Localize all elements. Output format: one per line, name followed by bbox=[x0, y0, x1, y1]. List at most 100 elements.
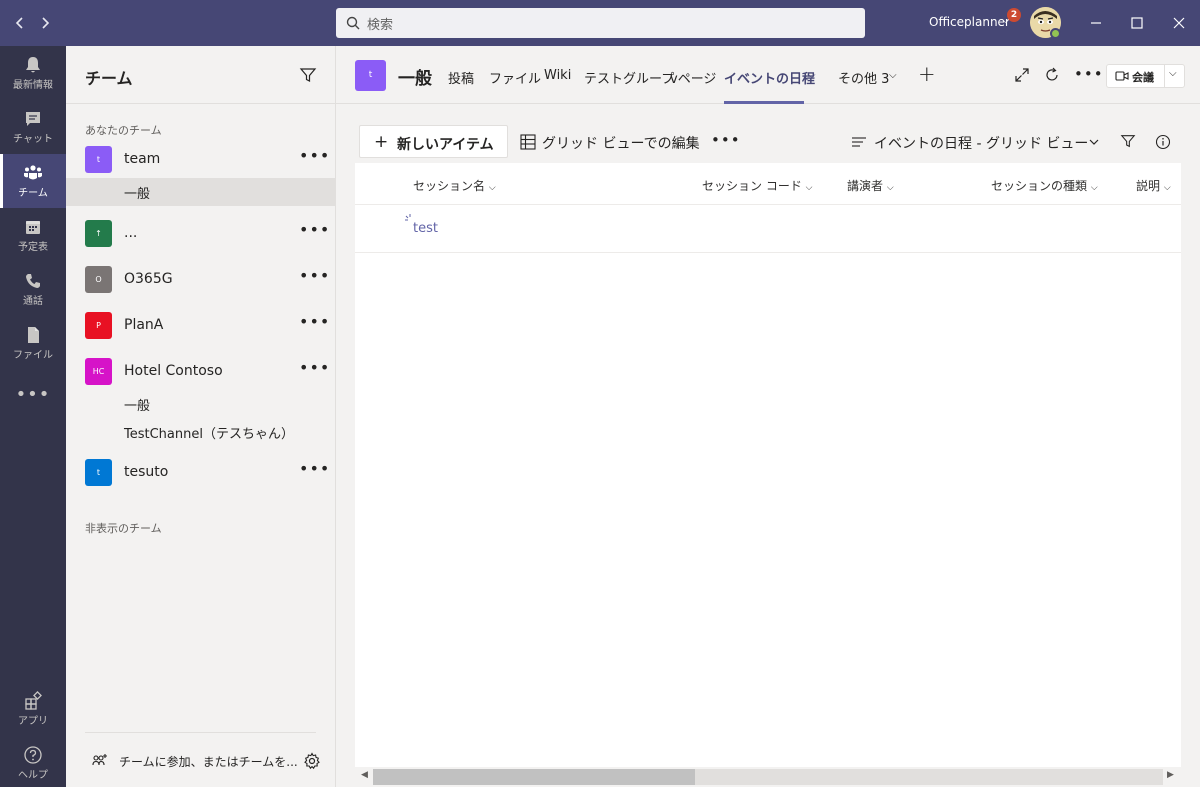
horizontal-scrollbar[interactable]: ◀ ▶ bbox=[355, 767, 1181, 787]
more-apps-button[interactable]: ••• bbox=[0, 384, 66, 405]
channel-header: t 一般 投稿 ファイル Wiki テストグループ vページ イベントの日程 ⌵… bbox=[336, 46, 1200, 104]
your-teams-label: あなたのチーム bbox=[85, 124, 162, 137]
chevron-down-icon: ⌵ bbox=[1163, 183, 1171, 193]
rail-item-activity[interactable]: 最新情報 bbox=[0, 46, 66, 100]
team-row-unnamed[interactable]: ↑ ... ••• bbox=[66, 214, 336, 254]
search-icon bbox=[346, 16, 360, 30]
back-arrow-icon[interactable] bbox=[9, 12, 31, 34]
close-button[interactable] bbox=[1168, 12, 1190, 34]
title-bar: 検索 Officeplanner ⌵ 2 bbox=[0, 0, 1200, 46]
team-name: team bbox=[124, 151, 161, 167]
filter-icon[interactable] bbox=[299, 66, 317, 84]
video-camera-icon bbox=[1115, 71, 1129, 81]
maximize-button[interactable] bbox=[1126, 12, 1148, 34]
rail-item-calls[interactable]: 通話 bbox=[0, 262, 66, 316]
team-more-button[interactable]: ••• bbox=[299, 266, 330, 285]
team-name: tesuto bbox=[124, 464, 169, 480]
teams-panel: チーム あなたのチーム t team ••• 一般 ↑ ... ••• O O3… bbox=[66, 46, 336, 787]
team-row-hotel-contoso[interactable]: HC Hotel Contoso ••• bbox=[66, 352, 336, 392]
tab-test-group[interactable]: テストグループ bbox=[584, 68, 674, 87]
rail-item-apps[interactable]: アプリ bbox=[0, 682, 66, 736]
team-more-button[interactable]: ••• bbox=[299, 358, 330, 377]
refresh-icon[interactable] bbox=[1043, 66, 1061, 84]
rail-item-files[interactable]: ファイル bbox=[0, 316, 66, 370]
team-row-team[interactable]: t team ••• bbox=[66, 140, 336, 180]
expand-icon[interactable] bbox=[1013, 66, 1031, 84]
add-tab-button[interactable]: + bbox=[918, 62, 936, 86]
team-more-button[interactable]: ••• bbox=[299, 312, 330, 331]
channel-row-general[interactable]: 一般 bbox=[66, 178, 336, 206]
chevron-down-icon[interactable] bbox=[1087, 135, 1101, 149]
tab-event-schedule[interactable]: イベントの日程 bbox=[724, 68, 815, 87]
rail-label: 通話 bbox=[23, 296, 43, 307]
chevron-down-icon[interactable]: ⌵ bbox=[889, 70, 897, 81]
filter-icon[interactable] bbox=[1120, 133, 1136, 149]
scroll-left-arrow-icon[interactable]: ◀ bbox=[361, 770, 368, 780]
team-row-o365g[interactable]: O O365G ••• bbox=[66, 260, 336, 300]
column-label: 講演者 bbox=[847, 179, 884, 193]
column-header-session-type[interactable]: セッションの種類 ⌵ bbox=[991, 177, 1098, 194]
org-switcher[interactable]: Officeplanner bbox=[929, 15, 1010, 29]
team-row-plana[interactable]: P PlanA ••• bbox=[66, 306, 336, 346]
channel-name: 一般 bbox=[124, 187, 151, 202]
meet-label: 会議 bbox=[1132, 71, 1154, 84]
column-header-session-name[interactable]: セッション名 ⌵ bbox=[413, 177, 496, 194]
column-header-description[interactable]: 説明 ⌵ bbox=[1136, 177, 1171, 194]
grid-edit-label: グリッド ビューでの編集 bbox=[542, 136, 700, 152]
session-name-cell[interactable]: test bbox=[413, 221, 438, 236]
help-icon bbox=[24, 746, 42, 764]
info-icon[interactable] bbox=[1155, 134, 1171, 150]
team-more-button[interactable]: ••• bbox=[299, 459, 330, 478]
rail-item-help[interactable]: ヘルプ bbox=[0, 736, 66, 787]
hidden-teams-label[interactable]: 非表示のチーム bbox=[85, 520, 162, 536]
search-placeholder: 検索 bbox=[367, 17, 394, 33]
teams-icon bbox=[24, 165, 42, 180]
team-avatar: t bbox=[85, 459, 112, 486]
tab-more[interactable]: その他 3 bbox=[838, 68, 889, 87]
minimize-button[interactable] bbox=[1085, 12, 1107, 34]
active-tab-indicator bbox=[724, 101, 804, 104]
forward-arrow-icon[interactable] bbox=[34, 12, 56, 34]
channel-row-general[interactable]: 一般 bbox=[66, 390, 336, 418]
join-team-icon[interactable] bbox=[91, 752, 109, 770]
column-header-speaker[interactable]: 講演者 ⌵ bbox=[847, 177, 894, 194]
chevron-down-icon[interactable]: ⌵ bbox=[808, 70, 816, 81]
join-or-create-team-link[interactable]: チームに参加、またはチームを... bbox=[119, 753, 298, 770]
chevron-down-icon[interactable]: ⌵ bbox=[1169, 68, 1177, 79]
team-more-button[interactable]: ••• bbox=[299, 146, 330, 165]
column-label: セッションの種類 bbox=[991, 179, 1088, 193]
gear-icon[interactable] bbox=[303, 752, 321, 770]
rail-item-calendar[interactable]: 予定表 bbox=[0, 208, 66, 262]
team-name: PlanA bbox=[124, 317, 164, 333]
list-header: セッション名 ⌵ セッション コード ⌵ 講演者 ⌵ セッションの種類 ⌵ 説明… bbox=[355, 163, 1181, 205]
chevron-down-icon: ⌵ bbox=[488, 183, 496, 193]
notification-badge: 2 bbox=[1007, 8, 1021, 22]
column-header-session-code[interactable]: セッション コード ⌵ bbox=[702, 177, 812, 194]
rail-label: チャット bbox=[13, 134, 53, 145]
team-more-button[interactable]: ••• bbox=[299, 220, 330, 239]
tab-posts[interactable]: 投稿 bbox=[448, 68, 474, 87]
rail-item-chat[interactable]: チャット bbox=[0, 100, 66, 154]
new-item-button[interactable]: + 新しいアイテム bbox=[359, 125, 508, 158]
rail-label: チーム bbox=[18, 188, 48, 199]
meet-button[interactable]: 会議 ⌵ bbox=[1106, 64, 1185, 88]
team-row-tesuto[interactable]: t tesuto ••• bbox=[66, 453, 336, 493]
search-input[interactable]: 検索 bbox=[336, 8, 865, 38]
rail-label: 予定表 bbox=[18, 242, 48, 253]
rail-item-teams[interactable]: チーム bbox=[0, 154, 66, 208]
rail-label: 最新情報 bbox=[13, 80, 53, 91]
column-label: セッション名 bbox=[413, 179, 486, 193]
list-more-button[interactable]: ••• bbox=[711, 131, 741, 149]
team-avatar: O bbox=[85, 266, 112, 293]
table-row[interactable]: test bbox=[355, 205, 1181, 253]
channel-row-testchannel[interactable]: TestChannel（テスちゃん） bbox=[66, 418, 336, 446]
tab-files[interactable]: ファイル bbox=[489, 68, 541, 87]
team-name: Hotel Contoso bbox=[124, 363, 223, 379]
tab-wiki[interactable]: Wiki bbox=[544, 68, 571, 83]
team-avatar: P bbox=[85, 312, 112, 339]
phone-icon bbox=[26, 274, 40, 288]
scroll-right-arrow-icon[interactable]: ▶ bbox=[1167, 770, 1174, 780]
scrollbar-thumb[interactable] bbox=[373, 769, 695, 785]
more-options-button[interactable]: ••• bbox=[1074, 65, 1104, 83]
tab-v-page[interactable]: vページ bbox=[670, 68, 716, 87]
